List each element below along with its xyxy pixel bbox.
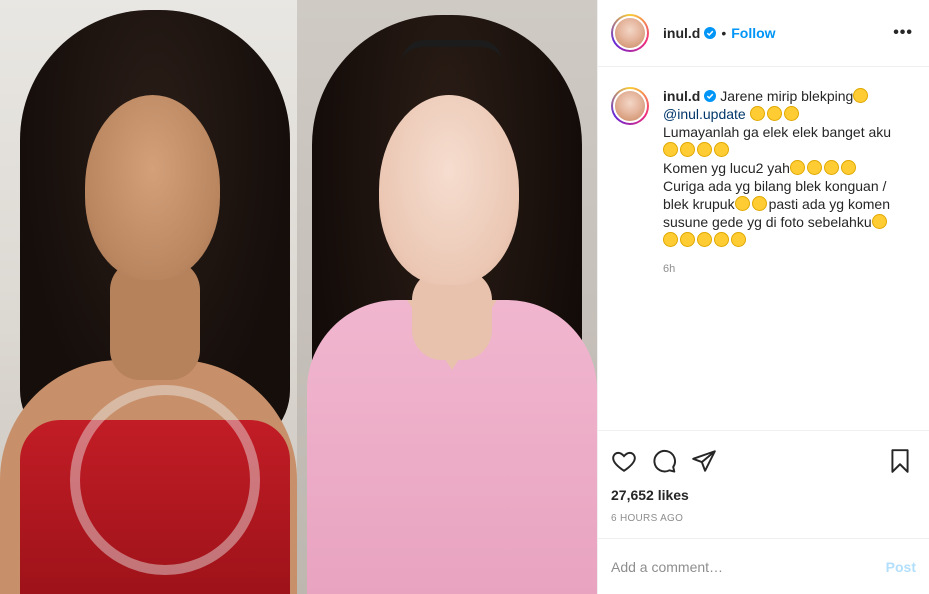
posted-time: 6 HOURS AGO <box>611 513 684 524</box>
rofl-emoji-icon <box>789 160 805 175</box>
rofl-emoji-icon <box>734 196 750 211</box>
separator-dot: • <box>721 25 727 41</box>
surprised-emoji-icon <box>731 232 746 247</box>
share-icon[interactable] <box>691 448 717 474</box>
rofl-emoji-icon <box>680 232 695 247</box>
likes-count[interactable]: 27,652 likes <box>611 487 913 503</box>
comments-area: inul.d Jarene mirip blekping @inul.updat… <box>598 67 929 430</box>
caption-row: inul.d Jarene mirip blekping @inul.updat… <box>611 87 913 249</box>
watermark-icon <box>70 385 260 575</box>
post-button[interactable]: Post <box>886 559 916 575</box>
instagram-post: inul.d • Follow ••• inul.d Jarene mirip … <box>0 0 929 594</box>
follow-button[interactable]: Follow <box>731 25 775 41</box>
rofl-emoji-icon <box>766 106 782 121</box>
thinking-emoji-icon <box>697 232 712 247</box>
photo-right-panel <box>297 0 597 594</box>
rofl-emoji-icon <box>806 160 822 175</box>
comment-input[interactable] <box>611 558 886 575</box>
post-header: inul.d • Follow ••• <box>598 0 929 67</box>
photo-face <box>85 95 220 280</box>
rofl-emoji-icon <box>697 142 712 157</box>
comment-icon[interactable] <box>651 448 677 474</box>
caption-line: Jarene mirip blekping <box>720 88 854 104</box>
heart-icon[interactable] <box>611 448 637 474</box>
avatar[interactable] <box>611 14 649 52</box>
rofl-emoji-icon <box>751 196 767 211</box>
photo-face <box>379 95 519 285</box>
photo-left-panel <box>0 0 297 594</box>
caption-username[interactable]: inul.d <box>663 88 700 104</box>
post-sidebar: inul.d • Follow ••• inul.d Jarene mirip … <box>597 0 929 594</box>
rofl-emoji-icon <box>663 232 678 247</box>
caption-text: inul.d Jarene mirip blekping @inul.updat… <box>663 87 903 249</box>
caption-time[interactable]: 6h <box>663 263 913 275</box>
rofl-emoji-icon <box>853 88 869 103</box>
add-comment-bar: Post <box>598 538 929 594</box>
header-username[interactable]: inul.d <box>663 25 700 41</box>
caption-line: Komen yg lucu2 yah <box>663 160 790 176</box>
verified-icon <box>704 27 717 39</box>
post-photo[interactable] <box>0 0 597 594</box>
avatar[interactable] <box>611 87 649 125</box>
rofl-emoji-icon <box>714 142 729 157</box>
rofl-emoji-icon <box>663 142 678 157</box>
thumbs-up-emoji-icon <box>840 160 856 175</box>
action-bar: 27,652 likes 6 HOURS AGO <box>598 430 929 538</box>
smirk-emoji-icon <box>714 232 729 247</box>
action-icons <box>611 441 913 481</box>
bookmark-icon[interactable] <box>887 448 913 474</box>
rofl-emoji-icon <box>749 106 765 121</box>
more-options-icon[interactable]: ••• <box>893 24 913 42</box>
mention-link[interactable]: @inul.update <box>663 106 746 122</box>
rofl-emoji-icon <box>680 142 695 157</box>
rofl-emoji-icon <box>783 106 799 121</box>
caption-line: Lumayanlah ga elek elek banget aku <box>663 124 892 140</box>
verified-icon <box>704 90 717 102</box>
photo-headband <box>402 40 502 62</box>
rofl-emoji-icon <box>823 160 839 175</box>
rofl-emoji-icon <box>871 214 887 229</box>
